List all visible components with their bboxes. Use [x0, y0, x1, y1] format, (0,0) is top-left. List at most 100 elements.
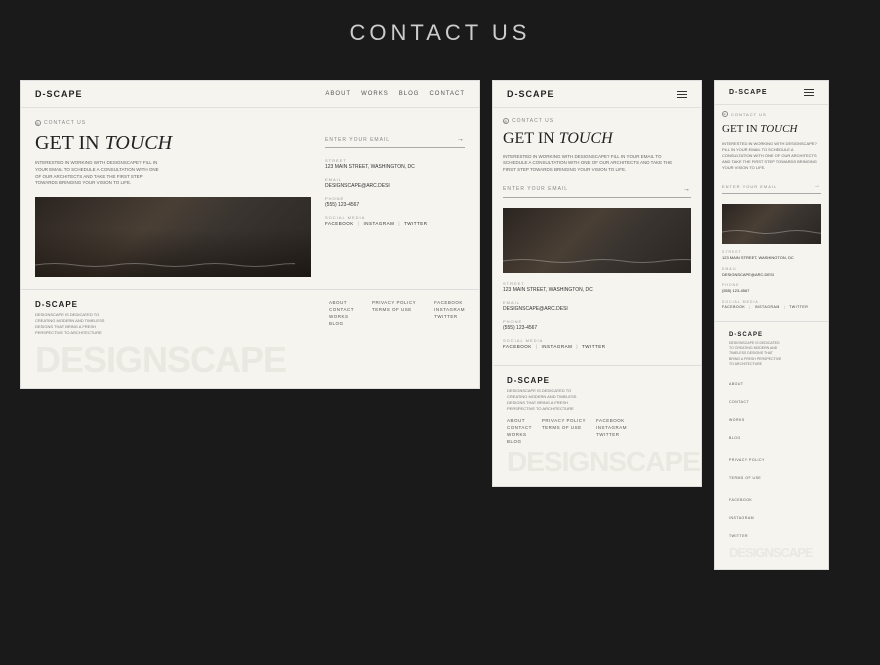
tablet-footer-links: ABOUT CONTACT WORKS BLOG PRIVACY POLICY …: [507, 418, 687, 444]
mobile-email-input[interactable]: ENTER YOUR EMAIL →: [722, 179, 821, 194]
nav-contact[interactable]: CONTACT: [429, 91, 465, 97]
nav-blog[interactable]: BLOG: [399, 91, 420, 97]
footer-works[interactable]: WORKS: [329, 314, 354, 319]
tablet-social-group: SOCIAL MEDIA FACEBOOK | INSTAGRAM | TWIT…: [503, 338, 691, 349]
t-terms[interactable]: TERMS OF USE: [542, 425, 586, 430]
tablet-email-input[interactable]: ENTER YOUR EMAIL →: [503, 182, 691, 198]
tablet-social-tw[interactable]: TWITTER: [582, 344, 606, 349]
tablet-street-value: 123 MAIN STREET, WASHINGTON, DC: [503, 287, 691, 294]
t-fb[interactable]: FACEBOOK: [596, 418, 627, 423]
page-title-area: CONTACT US: [20, 20, 860, 64]
mobile-heading-italic: TOUCH: [760, 123, 797, 135]
m-privacy[interactable]: PRIVACY POLICY: [729, 458, 765, 462]
footer-privacy[interactable]: PRIVACY POLICY: [372, 300, 416, 305]
m-phone-label: PHONE: [722, 283, 821, 287]
m-ig[interactable]: INSTAGRAM: [755, 305, 780, 309]
t-ig[interactable]: INSTAGRAM: [596, 425, 627, 430]
footer-brand: D-SCAPE: [35, 300, 115, 309]
email-placeholder: ENTER YOUR EMAIL: [325, 137, 390, 143]
m-street-group: STREET 123 MAIN STREET, WASHINGTON, DC: [722, 250, 821, 261]
tablet-heading-plain: GET IN: [503, 130, 559, 147]
col-right: ENTER YOUR EMAIL → STREET 123 MAIN STREE…: [325, 132, 465, 277]
breadcrumb-icon: ⊕: [35, 120, 41, 126]
m-phone-value: (555) 123-4567: [722, 288, 821, 294]
tablet-footer-policy: PRIVACY POLICY TERMS OF USE: [542, 418, 586, 444]
m-social-label: SOCIAL MEDIA: [722, 300, 821, 304]
tablet-footer-nav: ABOUT CONTACT WORKS BLOG: [507, 418, 532, 444]
breadcrumb-text: CONTACT US: [44, 120, 86, 126]
footer-ig[interactable]: INSTAGRAM: [434, 307, 465, 312]
nav-works[interactable]: WORKS: [361, 91, 389, 97]
page-title: CONTACT US: [20, 20, 860, 46]
email-input-wrapper[interactable]: ENTER YOUR EMAIL →: [325, 132, 465, 148]
description-text: INTERESTED IN WORKING WITH DESIGNSCAPE? …: [35, 160, 165, 187]
tablet-screen: D-SCAPE ⊕ CONTACT US GET IN TOUCH INTERE…: [492, 80, 702, 487]
social-twitter[interactable]: TWITTER: [404, 221, 428, 226]
social-instagram[interactable]: INSTAGRAM: [363, 221, 394, 226]
nav-about[interactable]: ABOUT: [325, 91, 351, 97]
tablet-breadcrumb-icon: ⊕: [503, 118, 509, 124]
footer-cols: ABOUT CONTACT WORKS BLOG PRIVACY POLICY …: [329, 300, 465, 336]
screens-row: D-SCAPE ABOUT WORKS BLOG CONTACT ⊕ CONTA…: [20, 80, 860, 570]
footer-brand-col: D-SCAPE DESIGNSCAPE IS DEDICATED TO CREA…: [35, 300, 115, 336]
mobile-email-arrow: →: [814, 183, 821, 189]
footer-contact[interactable]: CONTACT: [329, 307, 354, 312]
tablet-social-fb[interactable]: FACEBOOK: [503, 344, 532, 349]
tablet-email-arrow: →: [683, 186, 691, 193]
hamburger-icon[interactable]: [677, 91, 687, 98]
desktop-screen: D-SCAPE ABOUT WORKS BLOG CONTACT ⊕ CONTA…: [20, 80, 480, 389]
t-tw[interactable]: TWITTER: [596, 432, 627, 437]
m-terms[interactable]: TERMS OF USE: [729, 476, 761, 480]
mobile-watermark: DESIGNSCAPE: [729, 546, 814, 559]
mobile-contact-info: STREET 123 MAIN STREET, WASHINGTON, DC E…: [722, 250, 821, 309]
tablet-watermark: DESIGNSCAPE: [507, 448, 687, 476]
m-f-tw[interactable]: TWITTER: [729, 534, 748, 538]
tablet-phone-value: (555) 123-4567: [503, 325, 691, 332]
m-tw[interactable]: TWITTER: [789, 305, 808, 309]
m-f-about[interactable]: ABOUT: [729, 382, 744, 386]
desktop-nav: D-SCAPE ABOUT WORKS BLOG CONTACT: [21, 81, 479, 108]
email-arrow-icon: →: [457, 136, 465, 143]
mobile-nav: D-SCAPE: [715, 81, 828, 105]
footer-tw[interactable]: TWITTER: [434, 314, 465, 319]
phone-label: PHONE: [325, 196, 465, 201]
m-email-label: EMAIL: [722, 267, 821, 271]
t-about[interactable]: ABOUT: [507, 418, 532, 423]
social-sep-1: |: [358, 221, 360, 226]
t-privacy[interactable]: PRIVACY POLICY: [542, 418, 586, 423]
footer-blog[interactable]: BLOG: [329, 321, 354, 326]
m-f-works[interactable]: WORKS: [729, 418, 745, 422]
social-facebook[interactable]: FACEBOOK: [325, 221, 354, 226]
m-social-group: SOCIAL MEDIA FACEBOOK | INSTAGRAM | TWIT…: [722, 300, 821, 309]
two-col-layout: GET IN TOUCH INTERESTED IN WORKING WITH …: [35, 132, 465, 277]
m-f-contact[interactable]: CONTACT: [729, 400, 749, 404]
tablet-social-ig[interactable]: INSTAGRAM: [541, 344, 572, 349]
mobile-heading: GET IN TOUCH: [722, 123, 821, 135]
m-phone-group: PHONE (555) 123-4567: [722, 283, 821, 294]
m-f-fb[interactable]: FACEBOOK: [729, 498, 752, 502]
footer-fb[interactable]: FACEBOOK: [434, 300, 465, 305]
mobile-email-ph: ENTER YOUR EMAIL: [722, 184, 777, 189]
tablet-email-group: EMAIL DESIGNSCAPE@ARC.DESI: [503, 300, 691, 313]
m-f-ig[interactable]: INSTAGRAM: [729, 516, 754, 520]
mobile-bc-icon: ⊕: [722, 111, 728, 117]
mobile-bc-text: CONTACT US: [731, 112, 767, 117]
footer-about[interactable]: ABOUT: [329, 300, 354, 305]
m-fb[interactable]: FACEBOOK: [722, 305, 745, 309]
desktop-footer: D-SCAPE DESIGNSCAPE IS DEDICATED TO CREA…: [21, 289, 479, 388]
t-works[interactable]: WORKS: [507, 432, 532, 437]
image-wave: [35, 261, 295, 269]
email-group: EMAIL DESIGNSCAPE@ARC.DESI: [325, 177, 465, 190]
tablet-description: INTERESTED IN WORKING WITH DESIGNSCAPE? …: [503, 154, 683, 174]
mobile-breadcrumb: ⊕ CONTACT US: [722, 111, 821, 117]
footer-terms[interactable]: TERMS OF USE: [372, 307, 416, 312]
mobile-hamburger-icon[interactable]: [804, 89, 814, 96]
tablet-phone-group: PHONE (555) 123-4567: [503, 319, 691, 332]
nav-logo: D-SCAPE: [35, 89, 83, 99]
t-contact[interactable]: CONTACT: [507, 425, 532, 430]
mobile-screen: D-SCAPE ⊕ CONTACT US GET IN TOUCH INTERE…: [714, 80, 829, 570]
t-blog[interactable]: BLOG: [507, 439, 532, 444]
tablet-email-label: EMAIL: [503, 300, 691, 305]
footer-desc: DESIGNSCAPE IS DEDICATED TO CREATING MOD…: [35, 312, 115, 336]
m-f-blog[interactable]: BLOG: [729, 436, 741, 440]
